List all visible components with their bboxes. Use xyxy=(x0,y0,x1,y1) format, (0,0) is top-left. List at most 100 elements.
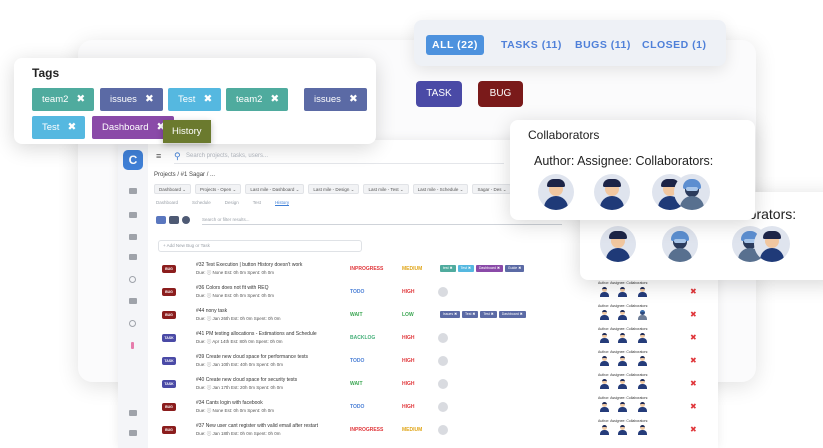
saved-filter-chip[interactable]: Last mile - Design ⌄ xyxy=(308,184,360,194)
delete-icon[interactable]: ✖ xyxy=(690,333,697,342)
saved-filter-chip[interactable]: Dashboard ⌄ xyxy=(154,184,192,194)
row-tag-chip[interactable]: Issues ✖ xyxy=(440,311,461,318)
mini-avatar[interactable] xyxy=(618,379,627,390)
tag-chip-team2[interactable]: team2 ✖ xyxy=(226,88,289,111)
saved-filter-chip[interactable]: Sagar - Des ⌄ xyxy=(472,184,512,194)
mini-avatar[interactable] xyxy=(618,287,627,298)
assignee-avatar[interactable] xyxy=(594,174,630,210)
mini-avatar[interactable] xyxy=(618,425,627,436)
priority-badge[interactable]: HIGH xyxy=(402,289,415,295)
clock-icon[interactable] xyxy=(129,276,136,283)
row-tag-chip[interactable]: Dashboard ✖ xyxy=(475,265,503,272)
tag-chip-issues[interactable]: issues ✖ xyxy=(304,88,367,111)
tab-closed[interactable]: CLOSED (1) xyxy=(642,35,707,55)
remove-tag-icon[interactable]: ✖ xyxy=(76,93,85,105)
calendar-icon[interactable] xyxy=(129,254,137,260)
mini-avatar[interactable] xyxy=(638,425,647,436)
collapse-icon[interactable] xyxy=(129,430,137,436)
tab-bugs[interactable]: BUGS (11) xyxy=(575,35,631,55)
collaborator-avatar-2[interactable] xyxy=(674,174,710,210)
add-tag-icon[interactable] xyxy=(438,333,448,343)
table-row[interactable]: BUG #36 Colors does not fit with REQ Due: … xyxy=(162,281,712,304)
subtab-test[interactable]: Test xyxy=(253,200,261,206)
mini-avatar[interactable] xyxy=(638,310,647,321)
mini-avatar[interactable] xyxy=(600,310,609,321)
priority-badge[interactable]: HIGH xyxy=(402,358,415,364)
settings-icon[interactable] xyxy=(129,320,136,327)
delete-icon[interactable]: ✖ xyxy=(690,356,697,365)
menu-icon[interactable] xyxy=(129,410,137,416)
saved-filter-chip[interactable]: Projects - Open ⌄ xyxy=(195,184,242,194)
delete-icon[interactable]: ✖ xyxy=(690,287,697,296)
priority-badge[interactable]: LOW xyxy=(402,312,414,318)
mini-avatar[interactable] xyxy=(600,287,609,298)
row-tag-chip[interactable]: Test ✖ xyxy=(457,265,474,272)
delete-icon[interactable]: ✖ xyxy=(690,379,697,388)
tag-chip-test[interactable]: Test ✖ xyxy=(32,116,86,139)
tag-chip-issues[interactable]: issues ✖ xyxy=(100,88,163,111)
app-logo[interactable]: C xyxy=(123,150,143,170)
search-input[interactable]: ⚲ Search projects, tasks, users... xyxy=(174,150,504,164)
remove-tag-icon[interactable]: ✖ xyxy=(145,93,154,105)
status-badge[interactable]: TODO xyxy=(350,289,364,295)
task-title[interactable]: #44 nony task xyxy=(196,308,227,314)
status-badge[interactable]: WAIT xyxy=(350,312,363,318)
priority-badge[interactable]: HIGH xyxy=(402,404,415,410)
history-tag[interactable]: History xyxy=(163,120,211,143)
status-badge[interactable]: BACKLOG xyxy=(350,335,375,341)
add-tag-icon[interactable] xyxy=(438,356,448,366)
add-tag-icon[interactable] xyxy=(438,402,448,412)
task-title[interactable]: #40 Create new cloud space for security … xyxy=(196,377,297,383)
mini-avatar[interactable] xyxy=(618,402,627,413)
status-badge[interactable]: WAIT xyxy=(350,381,363,387)
board-view-icon[interactable] xyxy=(169,216,179,224)
status-badge[interactable]: TODO xyxy=(350,404,364,410)
mini-avatar[interactable] xyxy=(600,379,609,390)
mini-avatar[interactable] xyxy=(618,356,627,367)
add-tag-icon[interactable] xyxy=(438,287,448,297)
users-icon[interactable] xyxy=(129,298,137,304)
table-row[interactable]: BUG #37 New user cant register with valid… xyxy=(162,419,712,442)
hacker-avatar[interactable] xyxy=(662,226,698,262)
briefcase-icon[interactable] xyxy=(129,212,137,218)
subtab-dashboard[interactable]: Dashboard xyxy=(156,200,178,206)
remove-tag-icon[interactable]: ✖ xyxy=(349,93,358,105)
priority-badge[interactable]: MEDIUM xyxy=(402,427,422,433)
table-row[interactable]: TASK #41 PM testing allocations - Estimat… xyxy=(162,327,712,350)
chart-view-icon[interactable] xyxy=(182,216,190,224)
subtab-schedule[interactable]: Schedule xyxy=(192,200,211,206)
subtab-history[interactable]: History xyxy=(275,200,290,206)
saved-filter-chip[interactable]: Last mile - Schedule ⌄ xyxy=(412,184,469,194)
mini-avatar[interactable] xyxy=(600,425,609,436)
delete-icon[interactable]: ✖ xyxy=(690,402,697,411)
delete-icon[interactable]: ✖ xyxy=(690,425,697,434)
mini-avatar[interactable] xyxy=(600,333,609,344)
list-icon[interactable] xyxy=(129,234,137,240)
table-row[interactable]: TASK #39 Create new cloud space for perfo… xyxy=(162,350,712,373)
task-type-button[interactable]: TASK xyxy=(416,81,462,107)
table-row[interactable]: BUG #44 nony task Due: ⓘ Jan 26th Est: 0h … xyxy=(162,304,712,327)
row-tag-chip[interactable]: Dashboard ✖ xyxy=(498,311,526,318)
delete-icon[interactable]: ✖ xyxy=(690,310,697,319)
tag-chip-dashboard[interactable]: Dashboard ✖ xyxy=(92,116,175,139)
status-badge[interactable]: TODO xyxy=(350,358,364,364)
profile-icon[interactable] xyxy=(131,342,134,349)
mini-avatar[interactable] xyxy=(638,287,647,298)
priority-badge[interactable]: HIGH xyxy=(402,335,415,341)
row-tag-chip[interactable]: Guide ✖ xyxy=(504,265,525,272)
tab-tasks[interactable]: TASKS (11) xyxy=(501,35,562,55)
row-tag-chip[interactable]: Test ✖ xyxy=(480,311,497,318)
status-badge[interactable]: INPROGRESS xyxy=(350,427,383,433)
remove-tag-icon[interactable]: ✖ xyxy=(203,93,212,105)
list-view-icon[interactable] xyxy=(156,216,166,224)
mini-avatar[interactable] xyxy=(618,310,627,321)
subtab-design[interactable]: Design xyxy=(225,200,239,206)
add-tag-icon[interactable] xyxy=(438,379,448,389)
task-title[interactable]: #34 Cants login with facebook xyxy=(196,400,263,406)
home-icon[interactable] xyxy=(129,188,137,194)
task-title[interactable]: #32 Test Execution | button History does… xyxy=(196,262,302,268)
collaborator-avatar-2[interactable] xyxy=(754,226,790,262)
table-row[interactable]: BUG #34 Cants login with facebook Due: ⓘ N… xyxy=(162,396,712,419)
mini-avatar[interactable] xyxy=(638,402,647,413)
author-avatar[interactable] xyxy=(538,174,574,210)
